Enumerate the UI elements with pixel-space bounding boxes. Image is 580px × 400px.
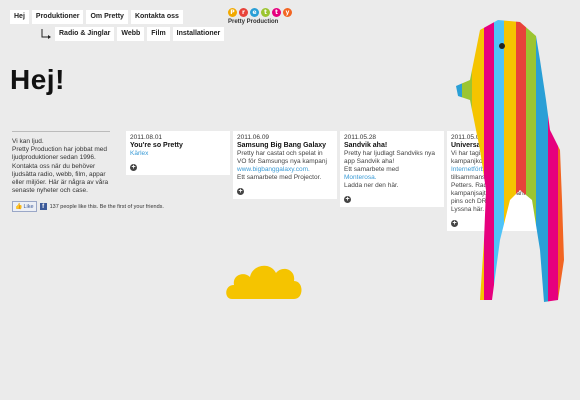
news-card: 2011.06.09 Samsung Big Bang Galaxy Prett… [233, 131, 337, 199]
sub-nav: Radio & Jinglar Webb Film Installationer [40, 27, 225, 41]
facebook-like-box: 👍 Like f 137 people like this. Be the fir… [12, 201, 164, 212]
like-label: Like [23, 203, 34, 210]
logo-letter: P [228, 8, 237, 17]
main-nav: Hej Produktioner Om Pretty Kontakta oss [10, 10, 183, 24]
nav-kontakta-oss[interactable]: Kontakta oss [130, 10, 183, 24]
page-title: Hej! [10, 64, 65, 95]
plus-circle-icon[interactable]: + [237, 188, 244, 195]
nav-hej[interactable]: Hej [10, 10, 29, 24]
subnav-film[interactable]: Film [147, 27, 170, 41]
nav-om-pretty[interactable]: Om Pretty [86, 10, 128, 24]
card-date: 2011.08.01 [130, 134, 163, 141]
card-title: Sandvik aha! [344, 142, 388, 149]
plus-circle-icon[interactable]: + [130, 164, 137, 171]
logo-letter: e [250, 8, 259, 17]
facebook-like-button[interactable]: 👍 Like [12, 201, 37, 212]
card-title: You're so Pretty [130, 142, 183, 149]
news-card: 2011.08.01 You're so Pretty Kärlex + [126, 131, 230, 175]
intro-paragraph: Vi kan ljud. Pretty Production har jobba… [12, 138, 109, 195]
card-title: Samsung Big Bang Galaxy [237, 142, 327, 149]
card-body-after: Ladda ner den här. [344, 182, 399, 189]
logo-letter: y [283, 8, 292, 17]
nav-produktioner[interactable]: Produktioner [31, 10, 84, 24]
facebook-icon: f [39, 203, 47, 210]
card-link[interactable]: Kärlex [130, 150, 226, 158]
logo-subtitle: Pretty Production [228, 19, 279, 25]
intro-text: Vi kan ljud. Pretty Production har jobba… [12, 131, 110, 195]
subnav-webb[interactable]: Webb [117, 27, 145, 41]
plus-circle-icon[interactable]: + [344, 196, 351, 203]
news-card: 2011.05.28 Sandvik aha! Pretty har ljudl… [340, 131, 444, 207]
card-body: Pretty har castat och spelat in VO för S… [237, 150, 327, 165]
card-date: 2011.05.28 [344, 134, 377, 141]
pretty-logo[interactable]: P r e t t y Pretty Production [228, 8, 292, 25]
striped-dog-illustration [440, 0, 580, 325]
card-body: Pretty har ljudlagt Sandviks nya app San… [344, 150, 436, 173]
logo-letter: r [239, 8, 248, 17]
subnav-radio-jinglar[interactable]: Radio & Jinglar [55, 27, 115, 41]
card-link[interactable]: www.bigbanggalaxy.com. [237, 166, 333, 174]
subnav-installationer[interactable]: Installationer [172, 27, 225, 41]
card-date: 2011.06.09 [237, 134, 270, 141]
arrow-elbow-icon [40, 28, 52, 40]
card-body-after: Ett samarbete med Projector. [237, 174, 322, 181]
logo-letter: t [261, 8, 270, 17]
logo-letter: t [272, 8, 281, 17]
cloud-illustration [224, 255, 304, 306]
logo-dots: P r e t t y [228, 8, 292, 17]
card-link[interactable]: Monterosa. [344, 174, 440, 182]
facebook-like-count: 137 people like this. Be the first of yo… [49, 203, 164, 210]
